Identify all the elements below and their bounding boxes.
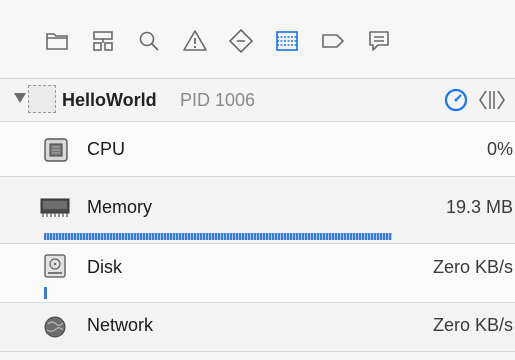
disk-activity-bar	[44, 287, 47, 299]
process-row[interactable]: HelloWorld PID 1006	[0, 79, 515, 121]
gauge-value: 0%	[486, 139, 513, 159]
row-divider	[0, 351, 515, 352]
disclosure-triangle-icon[interactable]	[14, 93, 26, 103]
gauge-label: Disk	[87, 257, 122, 277]
debug-navigator-icon[interactable]	[270, 24, 304, 58]
memory-usage-bar	[44, 233, 392, 240]
gauge-row-network[interactable]: Network Zero KB/s	[0, 303, 515, 351]
disk-icon	[40, 254, 70, 278]
process-pid: PID 1006	[180, 90, 256, 110]
gauge-value: Zero KB/s	[432, 257, 513, 277]
process-name: HelloWorld	[62, 90, 157, 110]
breakpoint-navigator-icon[interactable]	[316, 24, 350, 58]
navigator-bar	[0, 0, 515, 78]
report-navigator-icon[interactable]	[362, 24, 396, 58]
app-icon	[28, 85, 56, 113]
gauge-row-memory[interactable]: Memory 19.3 MB	[0, 177, 515, 243]
gauge-label: Memory	[87, 197, 153, 217]
network-icon	[40, 315, 70, 339]
gauge-row-cpu[interactable]: CPU 0%	[0, 122, 515, 176]
thread-split-icon[interactable]	[477, 87, 507, 113]
find-navigator-icon[interactable]	[132, 24, 166, 58]
gauge-row-disk[interactable]: Disk Zero KB/s	[0, 244, 515, 302]
project-navigator-icon[interactable]	[40, 24, 74, 58]
memory-icon	[40, 195, 70, 219]
gauge-value: 19.3 MB	[445, 197, 513, 217]
debug-gauges-icon[interactable]	[443, 87, 469, 113]
issue-navigator-icon[interactable]	[178, 24, 212, 58]
gauge-value: Zero KB/s	[432, 315, 513, 335]
test-navigator-icon[interactable]	[224, 24, 258, 58]
cpu-icon	[40, 138, 70, 162]
gauge-label: Network	[87, 315, 154, 335]
gauge-label: CPU	[87, 139, 126, 159]
symbol-navigator-icon[interactable]	[86, 24, 120, 58]
